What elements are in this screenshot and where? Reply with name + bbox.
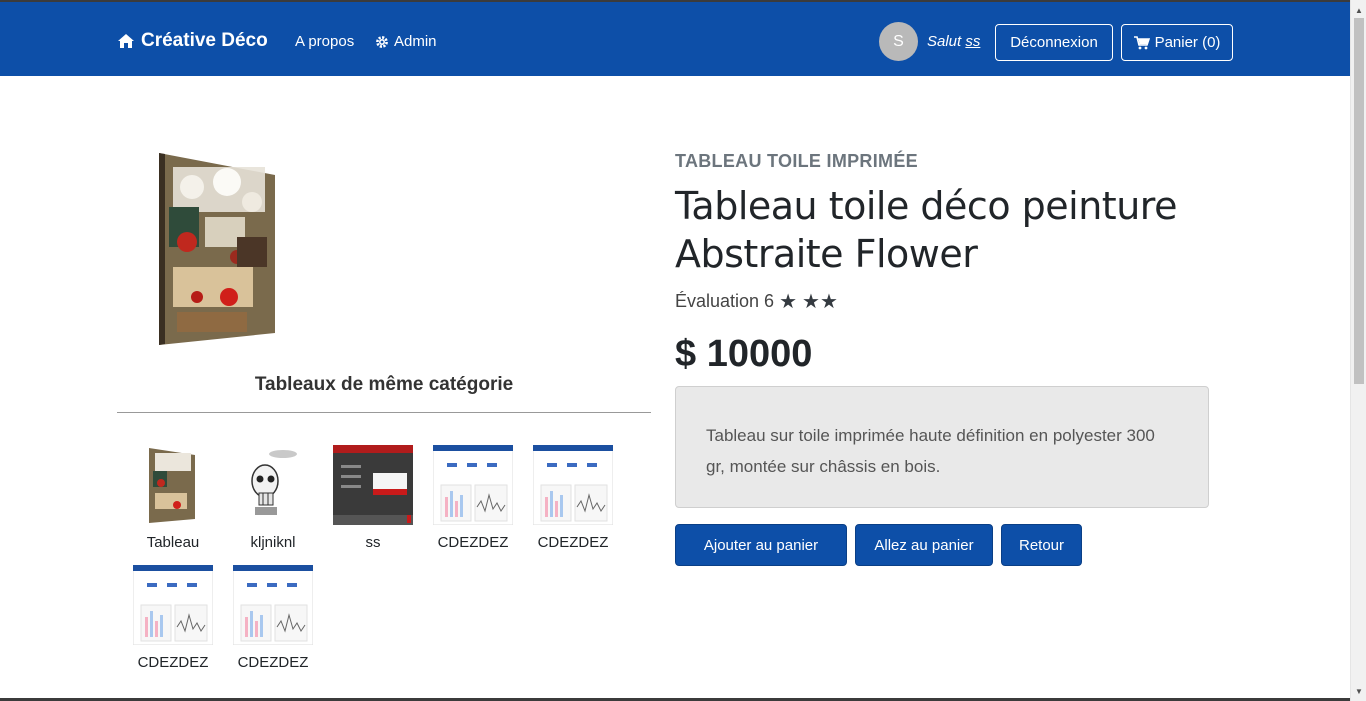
cart-icon (1133, 35, 1150, 49)
related-caption: CDEZDEZ (237, 654, 309, 671)
related-caption: kljniknl (250, 534, 296, 551)
home-icon (118, 34, 134, 48)
navbar: Créative Déco A propos Admin S Salut ss … (0, 0, 1350, 76)
product-category: TABLEAU TOILE IMPRIMÉE (675, 151, 918, 171)
related-item[interactable]: CDEZDEZ (532, 444, 614, 551)
related-thumbnail (232, 564, 314, 646)
logout-label: Déconnexion (1010, 34, 1098, 51)
add-to-cart-label: Ajouter au panier (703, 536, 819, 554)
greeting-prefix: Salut (927, 33, 962, 50)
cart-label: Panier (0) (1154, 34, 1221, 51)
related-thumbnail (432, 444, 514, 526)
related-item[interactable]: Tableau (133, 445, 213, 551)
related-divider (117, 412, 651, 413)
related-title: Tableaux de même catégorie (254, 374, 514, 395)
product-image (117, 147, 319, 349)
brand-link[interactable]: Créative Déco (117, 30, 268, 52)
nav-admin-label: Admin (394, 33, 437, 50)
related-caption: CDEZDEZ (137, 654, 209, 671)
star-icon: ★★ (802, 291, 838, 313)
scroll-down-arrow-icon[interactable]: ▼ (1351, 683, 1366, 699)
back-label: Retour (1018, 536, 1065, 554)
related-item[interactable]: CDEZDEZ (432, 444, 514, 551)
related-caption: CDEZDEZ (437, 534, 509, 551)
related-thumbnail (233, 445, 313, 525)
nav-admin[interactable]: Admin (375, 33, 437, 50)
gear-icon (376, 35, 388, 48)
avatar[interactable]: S (879, 22, 918, 61)
related-caption: Tableau (146, 534, 200, 551)
product-title: Tableau toile déco peinture Abstraite Fl… (675, 184, 1177, 276)
related-thumbnail (133, 445, 213, 525)
product-description: Tableau sur toile imprimée haute définit… (675, 386, 1209, 508)
nav-about[interactable]: A propos (295, 33, 354, 50)
rating-label: Évaluation 6 (675, 291, 775, 311)
nav-about-label: A propos (295, 33, 355, 50)
brand-label: Créative Déco (141, 30, 268, 51)
product-rating: Évaluation 6 ★ ★★ (675, 289, 838, 314)
related-thumbnail (333, 445, 413, 525)
related-item[interactable]: CDEZDEZ (232, 564, 314, 671)
product-price: $ 10000 (675, 333, 813, 375)
go-to-cart-label: Allez au panier (874, 536, 974, 554)
related-item[interactable]: ss (333, 445, 413, 551)
scroll-up-arrow-icon[interactable]: ▲ (1351, 2, 1366, 18)
related-item[interactable]: CDEZDEZ (132, 564, 214, 671)
star-icon: ★ (779, 291, 798, 313)
cart-button[interactable]: Panier (0) (1121, 24, 1233, 61)
username-link[interactable]: ss (965, 33, 980, 50)
back-button[interactable]: Retour (1001, 524, 1082, 566)
related-thumbnail (532, 444, 614, 526)
go-to-cart-button[interactable]: Allez au panier (855, 524, 993, 566)
logout-button[interactable]: Déconnexion (995, 24, 1113, 61)
greeting: Salut ss (927, 33, 980, 50)
related-caption: CDEZDEZ (537, 534, 609, 551)
related-caption: ss (365, 534, 381, 551)
scroll-thumb[interactable] (1354, 18, 1364, 384)
related-item[interactable]: kljniknl (233, 445, 313, 551)
add-to-cart-button[interactable]: Ajouter au panier (675, 524, 847, 566)
related-thumbnail (132, 564, 214, 646)
vertical-scrollbar[interactable]: ▲ ▼ (1350, 0, 1366, 701)
